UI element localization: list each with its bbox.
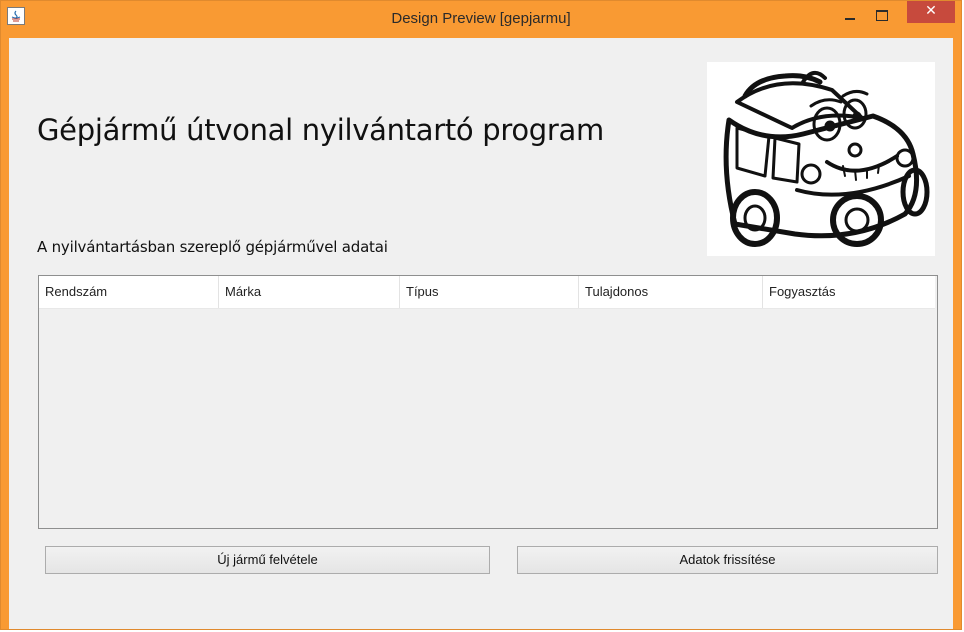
vehicle-table[interactable]: Rendszám Márka Típus Tulajdonos Fogyaszt… xyxy=(38,275,938,529)
app-window: Design Preview [gepjarmu] ✕ Gépjármű útv… xyxy=(0,0,962,630)
table-header: Rendszám Márka Típus Tulajdonos Fogyaszt… xyxy=(39,276,935,309)
column-header-rendszam[interactable]: Rendszám xyxy=(39,276,219,308)
close-icon: ✕ xyxy=(925,3,937,19)
new-vehicle-button[interactable]: Új jármű felvétele xyxy=(45,546,490,574)
close-button[interactable]: ✕ xyxy=(907,1,955,23)
column-header-marka[interactable]: Márka xyxy=(219,276,400,308)
cartoon-car-icon xyxy=(707,62,935,256)
column-header-fogyasztas[interactable]: Fogyasztás xyxy=(763,276,935,308)
content-panel: Gépjármű útvonal nyilvántartó program A … xyxy=(9,38,953,629)
maximize-button[interactable] xyxy=(867,1,897,31)
table-caption: A nyilvántartásban szereplő gépjárművel … xyxy=(37,238,388,256)
window-title: Design Preview [gepjarmu] xyxy=(391,10,571,27)
column-header-tipus[interactable]: Típus xyxy=(400,276,579,308)
title-bar[interactable]: Design Preview [gepjarmu] ✕ xyxy=(1,1,961,38)
page-title: Gépjármű útvonal nyilvántartó program xyxy=(37,113,604,147)
minimize-button[interactable] xyxy=(835,1,865,31)
column-header-tulajdonos[interactable]: Tulajdonos xyxy=(579,276,763,308)
refresh-data-button[interactable]: Adatok frissítése xyxy=(517,546,938,574)
